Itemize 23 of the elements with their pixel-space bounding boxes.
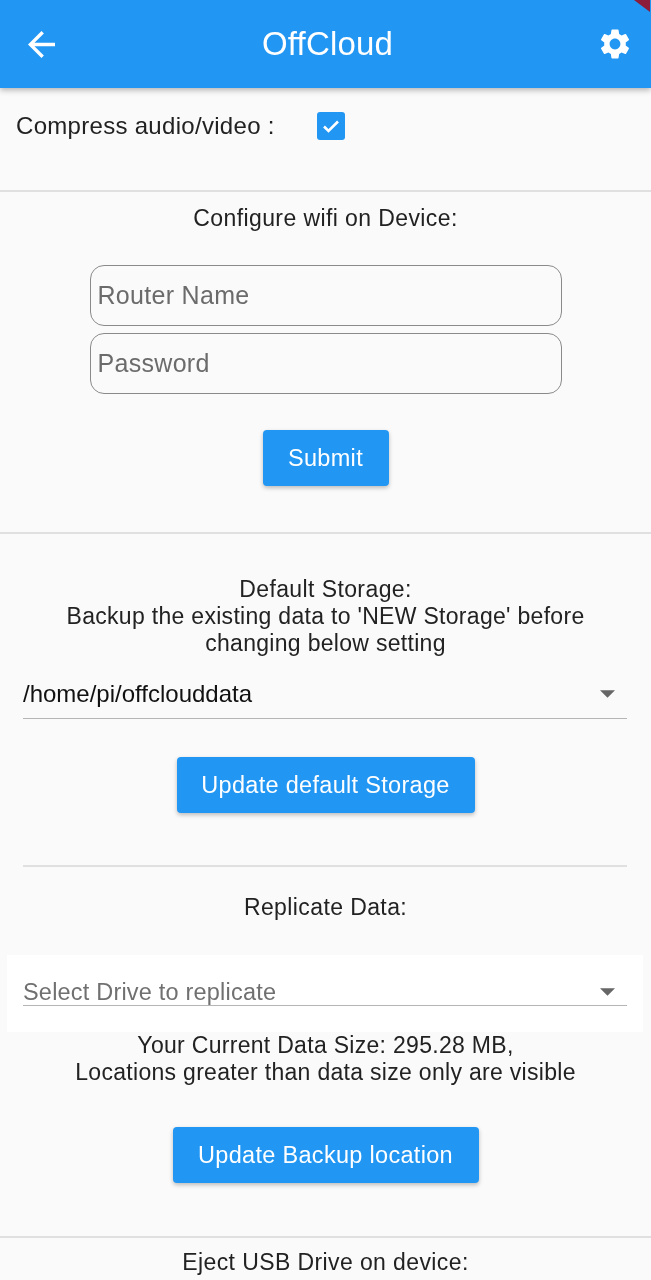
compress-label: Compress audio/video : <box>16 112 275 140</box>
back-button[interactable] <box>26 28 57 60</box>
wifi-heading: Configure wifi on Device: <box>193 205 458 231</box>
storage-dropdown[interactable]: /home/pi/offclouddata <box>23 672 627 719</box>
eject-heading: Eject USB Drive on device: <box>181 1249 470 1275</box>
caret-icon <box>600 988 615 996</box>
caret-icon <box>600 690 615 698</box>
compress-checkbox[interactable] <box>316 112 345 140</box>
settings-button[interactable] <box>598 27 632 61</box>
update-storage-button[interactable]: Update default Storage <box>176 757 475 813</box>
submit-button[interactable]: Submit <box>262 430 389 486</box>
input-field[interactable]: Password <box>89 333 562 394</box>
input-field[interactable]: Router Name <box>89 265 562 326</box>
replicate-heading: Replicate Data: <box>242 894 409 920</box>
drive-dropdown[interactable]: Select Drive to replicate <box>23 980 627 1006</box>
back-arrow-icon <box>28 30 55 58</box>
data-size-text: Your Current Data Size: 295.28 MB, <box>136 1032 515 1059</box>
storage-heading: Default Storage: <box>238 576 413 603</box>
app-title: OffCloud <box>261 25 394 63</box>
data-size-text: Locations greater than data size only are visible <box>74 1059 577 1086</box>
settings-icon <box>600 29 630 59</box>
storage-note: Backup the existing data to 'NEW Storage' before changing below setting <box>65 603 586 656</box>
update-backup-button[interactable]: Update Backup location <box>172 1127 479 1183</box>
